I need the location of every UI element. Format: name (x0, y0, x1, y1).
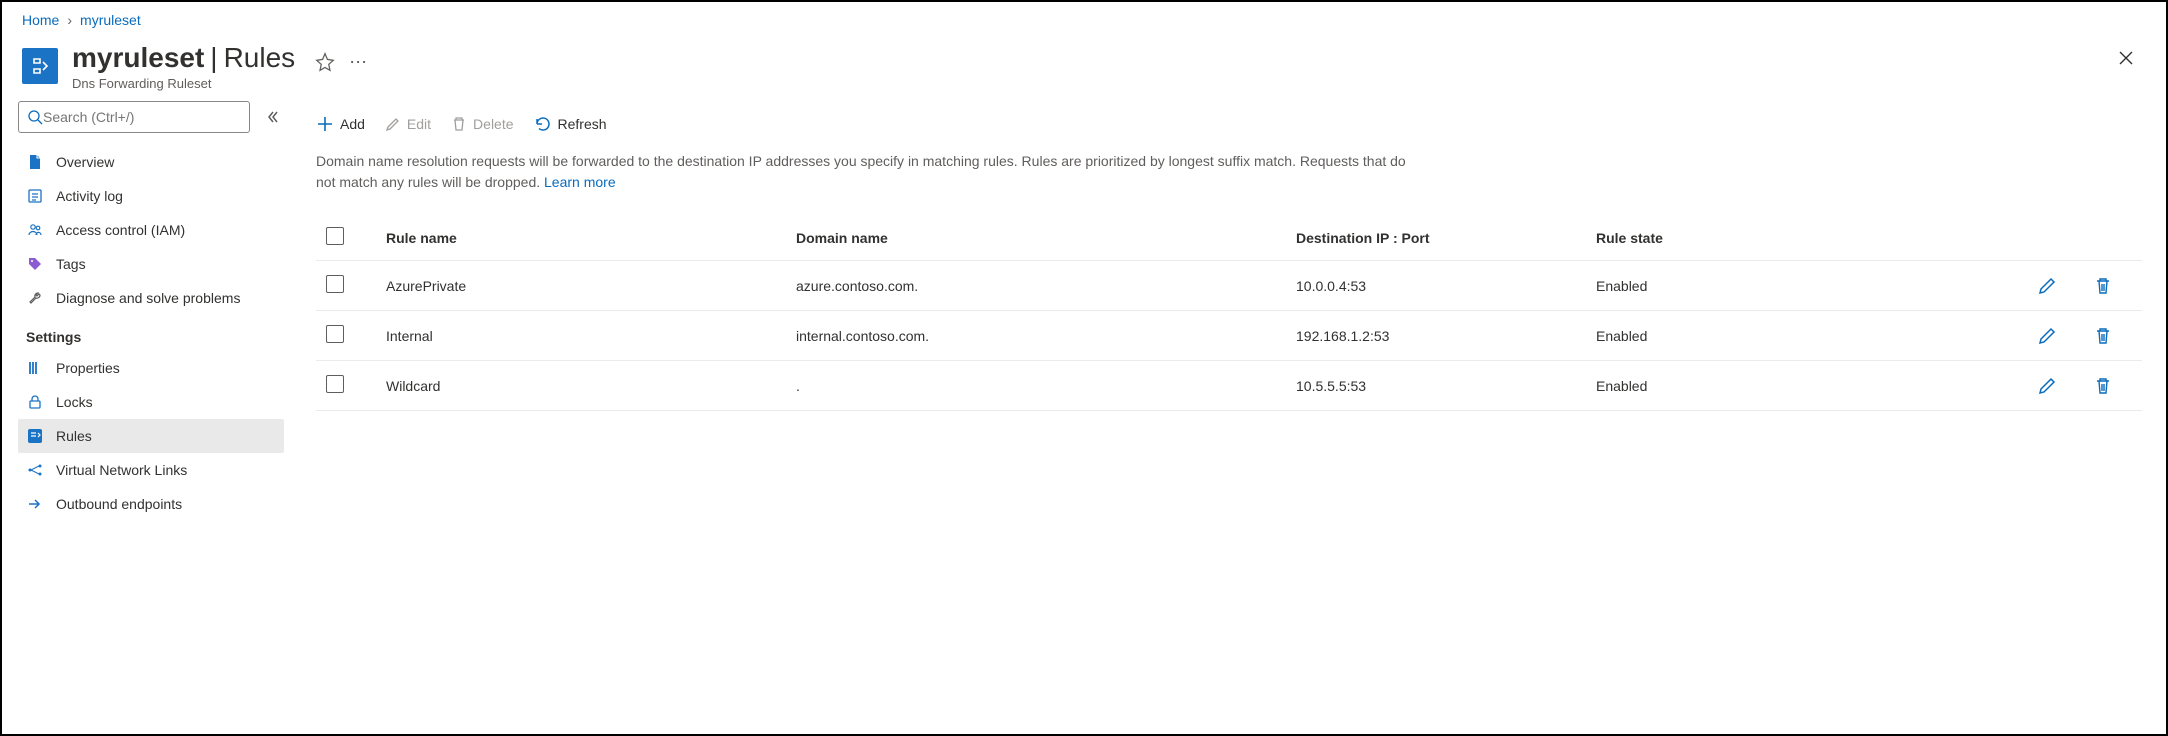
row-checkbox[interactable] (326, 275, 344, 293)
favorite-button[interactable] (315, 52, 335, 72)
col-domain: Domain name (786, 215, 1286, 261)
tag-icon (26, 255, 44, 273)
sidebar-item-label: Properties (56, 360, 120, 376)
sidebar-item-locks[interactable]: Locks (18, 385, 284, 419)
cell-state: Enabled (1586, 311, 1982, 361)
more-button[interactable]: ⋯ (349, 52, 367, 73)
select-all-checkbox[interactable] (326, 227, 344, 245)
add-button[interactable]: Add (316, 115, 365, 133)
plus-icon (316, 115, 334, 133)
delete-row-button[interactable] (2094, 277, 2112, 295)
rules-table: Rule name Domain name Destination IP : P… (316, 215, 2142, 411)
sidebar: Overview Activity log Access control (IA… (2, 101, 292, 733)
search-field[interactable] (43, 109, 241, 125)
sidebar-item-outbound[interactable]: Outbound endpoints (18, 487, 284, 521)
refresh-icon (534, 115, 552, 133)
learn-more-link[interactable]: Learn more (544, 174, 616, 190)
cell-rule-name: Wildcard (376, 361, 786, 411)
sidebar-item-activity-log[interactable]: Activity log (18, 179, 284, 213)
col-state: Rule state (1586, 215, 1982, 261)
search-icon (27, 109, 43, 125)
chevron-right-icon: › (67, 12, 72, 28)
col-rule-name: Rule name (376, 215, 786, 261)
sidebar-item-label: Diagnose and solve problems (56, 290, 240, 306)
sidebar-item-label: Virtual Network Links (56, 462, 187, 478)
outbound-icon (26, 495, 44, 513)
sidebar-item-label: Tags (56, 256, 86, 272)
resource-icon (22, 48, 58, 84)
trash-icon (451, 116, 467, 132)
network-icon (26, 461, 44, 479)
sidebar-item-label: Access control (IAM) (56, 222, 185, 238)
toolbar: Add Edit Delete Refresh (316, 105, 2142, 151)
sidebar-item-tags[interactable]: Tags (18, 247, 284, 281)
page-title: myruleset | Rules (72, 42, 295, 74)
cell-rule-name: AzurePrivate (376, 261, 786, 311)
cell-dest: 10.5.5.5:53 (1286, 361, 1586, 411)
sidebar-item-label: Outbound endpoints (56, 496, 182, 512)
edit-button: Edit (385, 116, 431, 132)
sidebar-item-overview[interactable]: Overview (18, 145, 284, 179)
col-dest: Destination IP : Port (1286, 215, 1586, 261)
breadcrumb-resource[interactable]: myruleset (80, 12, 141, 28)
cell-domain: . (786, 361, 1286, 411)
delete-row-button[interactable] (2094, 327, 2112, 345)
page-header: myruleset | Rules Dns Forwarding Ruleset… (2, 38, 2166, 101)
sidebar-item-iam[interactable]: Access control (IAM) (18, 213, 284, 247)
row-checkbox[interactable] (326, 375, 344, 393)
edit-row-button[interactable] (2038, 277, 2056, 295)
description-text: Domain name resolution requests will be … (316, 151, 1416, 193)
cell-dest: 10.0.0.4:53 (1286, 261, 1586, 311)
close-button[interactable] (2116, 48, 2136, 68)
cell-rule-name: Internal (376, 311, 786, 361)
sidebar-item-label: Activity log (56, 188, 123, 204)
sidebar-section-settings: Settings (18, 315, 284, 351)
cell-state: Enabled (1586, 361, 1982, 411)
edit-row-button[interactable] (2038, 377, 2056, 395)
people-icon (26, 221, 44, 239)
sidebar-item-rules[interactable]: Rules (18, 419, 284, 453)
sidebar-item-label: Overview (56, 154, 114, 170)
edit-row-button[interactable] (2038, 327, 2056, 345)
sidebar-item-label: Rules (56, 428, 92, 444)
collapse-sidebar-button[interactable] (260, 105, 284, 129)
delete-row-button[interactable] (2094, 377, 2112, 395)
table-row[interactable]: Wildcard.10.5.5.5:53Enabled (316, 361, 2142, 411)
delete-button: Delete (451, 116, 513, 132)
sidebar-item-diagnose[interactable]: Diagnose and solve problems (18, 281, 284, 315)
rules-icon (26, 427, 44, 445)
sidebar-item-label: Locks (56, 394, 93, 410)
refresh-button[interactable]: Refresh (534, 115, 607, 133)
cell-state: Enabled (1586, 261, 1982, 311)
cell-dest: 192.168.1.2:53 (1286, 311, 1586, 361)
table-row[interactable]: AzurePrivateazure.contoso.com.10.0.0.4:5… (316, 261, 2142, 311)
lock-icon (26, 393, 44, 411)
cell-domain: azure.contoso.com. (786, 261, 1286, 311)
document-icon (26, 153, 44, 171)
log-icon (26, 187, 44, 205)
properties-icon (26, 359, 44, 377)
breadcrumb-home[interactable]: Home (22, 12, 59, 28)
cell-domain: internal.contoso.com. (786, 311, 1286, 361)
main-content: Add Edit Delete Refresh Domain name reso… (292, 101, 2166, 733)
row-checkbox[interactable] (326, 325, 344, 343)
page-subtitle: Dns Forwarding Ruleset (72, 76, 295, 91)
wrench-icon (26, 289, 44, 307)
breadcrumb: Home › myruleset (2, 2, 2166, 38)
table-row[interactable]: Internalinternal.contoso.com.192.168.1.2… (316, 311, 2142, 361)
search-input[interactable] (18, 101, 250, 133)
pencil-icon (385, 116, 401, 132)
sidebar-item-properties[interactable]: Properties (18, 351, 284, 385)
sidebar-item-vnet-links[interactable]: Virtual Network Links (18, 453, 284, 487)
